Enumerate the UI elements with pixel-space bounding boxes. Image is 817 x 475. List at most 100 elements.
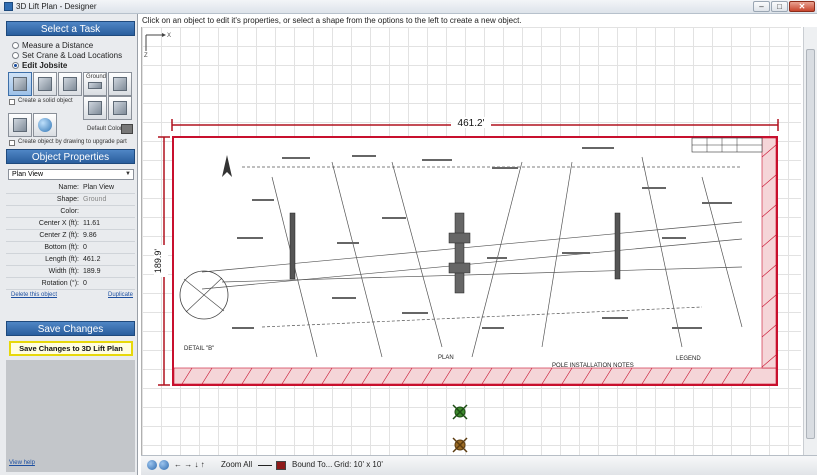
select-task-header: Select a Task: [6, 21, 135, 36]
sphere-shape-button[interactable]: [33, 113, 57, 137]
create-cutout-label: Create object by drawing to upgrade part: [18, 139, 127, 145]
default-color-label: Default Color: [87, 126, 123, 132]
bound-to-button[interactable]: Bound To...: [292, 460, 332, 469]
pan-arrows[interactable]: ← → ↓ ↑: [174, 460, 205, 469]
property-label: Color:: [60, 208, 79, 215]
zoom-in-icon[interactable]: [159, 460, 169, 470]
block-icon: [63, 77, 77, 91]
property-value[interactable]: 461.2: [83, 256, 101, 263]
stacked-box-shape-button[interactable]: [33, 72, 57, 96]
axis-indicator-icon: [145, 33, 166, 51]
radio-selected-icon: [12, 61, 19, 69]
bound-color-swatch[interactable]: [276, 461, 286, 470]
property-label: Shape:: [56, 196, 79, 203]
property-label: Bottom (ft):: [44, 244, 79, 251]
property-label: Rotation (°):: [41, 280, 79, 287]
task-edit-jobsite[interactable]: Edit Jobsite: [12, 60, 67, 70]
property-label: Width (ft):: [48, 268, 79, 275]
box-shape-button[interactable]: [8, 72, 32, 96]
stacked-box-icon: [38, 77, 52, 91]
height-dimension-label: 189.9': [153, 249, 163, 274]
app-icon: [4, 2, 13, 11]
task-measure-distance[interactable]: Measure a Distance: [12, 40, 93, 50]
ground-icon: [88, 82, 102, 89]
task-label: Edit Jobsite: [22, 60, 68, 70]
radio-icon: [12, 51, 19, 59]
detail-b-label: DETAIL "B": [184, 346, 214, 352]
grid-size-label: Grid: 10' x 10': [334, 460, 383, 469]
load-marker-icon[interactable]: [452, 437, 468, 453]
plan-view-ground[interactable]: [172, 136, 778, 386]
save-to-lift-plan-button[interactable]: Save Changes to 3D Lift Plan: [9, 341, 133, 356]
title-bar: 3D Lift Plan - Designer – □ ✕: [0, 0, 817, 14]
cylinder-shape-button[interactable]: [8, 113, 32, 137]
block-shape-button[interactable]: [58, 72, 82, 96]
plan-label: PLAN: [438, 355, 454, 361]
minimize-button[interactable]: –: [753, 1, 770, 12]
delete-object-link[interactable]: Delete this object: [11, 292, 57, 298]
property-row-width: Width (ft): 189.9: [6, 266, 135, 278]
view-select[interactable]: Plan View ▼: [8, 169, 134, 180]
property-label: Name:: [58, 184, 79, 191]
ground-label: Ground: [86, 74, 107, 80]
property-value[interactable]: Plan View: [83, 184, 114, 191]
building-shape-button[interactable]: [108, 72, 132, 96]
axis-x-label: X: [167, 33, 171, 39]
building-icon: [113, 77, 127, 91]
window-title: 3D Lift Plan - Designer: [16, 2, 97, 11]
create-cutout-checkbox[interactable]: [9, 140, 15, 146]
wall-icon: [88, 101, 102, 115]
task-set-crane-load[interactable]: Set Crane & Load Locations: [12, 50, 122, 60]
pole-installation-notes-label: POLE INSTALLATION NOTES: [552, 363, 634, 369]
left-panel: Select a Task Measure a Distance Set Cra…: [0, 14, 138, 475]
box-icon: [13, 77, 27, 91]
property-label: Center X (ft):: [38, 220, 79, 227]
property-value[interactable]: 189.9: [83, 268, 101, 275]
line-style-sample[interactable]: [258, 465, 272, 466]
maximize-button[interactable]: □: [771, 1, 788, 12]
property-row-length: Length (ft): 461.2: [6, 254, 135, 266]
site-plan-drawing: X Z 461.2' 189.9' DETAIL "B" PLAN POLE I…: [144, 33, 779, 453]
view-select-value: Plan View: [12, 171, 44, 178]
width-dimension-label: 461.2': [458, 118, 485, 129]
chevron-down-icon: ▼: [125, 171, 131, 177]
property-value[interactable]: 9.86: [83, 232, 97, 239]
cylinder-icon: [13, 118, 27, 132]
property-row-shape: Shape: Ground: [6, 194, 135, 206]
canvas-instruction: Click on an object to edit it's properti…: [142, 16, 522, 25]
close-button[interactable]: ✕: [789, 1, 815, 12]
save-changes-header: Save Changes: [6, 321, 135, 336]
legend-label: LEGEND: [676, 356, 701, 362]
create-solid-checkbox[interactable]: [9, 99, 15, 105]
ground-shape-button[interactable]: Ground: [83, 72, 107, 96]
duplicate-link[interactable]: Duplicate: [108, 292, 133, 298]
property-value[interactable]: 11.61: [83, 220, 100, 227]
vertical-scrollbar[interactable]: [803, 27, 817, 455]
view-help-link[interactable]: View help: [9, 460, 35, 466]
property-row-center-z: Center Z (ft): 9.86: [6, 230, 135, 242]
bottom-toolbar: ← → ↓ ↑ Zoom All Bound To... Grid: 10' x…: [141, 455, 817, 475]
tank-icon: [113, 101, 127, 115]
property-row-color: Color:: [6, 206, 135, 218]
object-properties-header: Object Properties: [6, 149, 135, 164]
sphere-icon: [38, 118, 52, 132]
scrollbar-thumb[interactable]: [806, 49, 815, 439]
axis-z-label: Z: [144, 53, 148, 59]
property-label: Center Z (ft):: [39, 232, 79, 239]
property-value[interactable]: 0: [83, 244, 87, 251]
design-canvas[interactable]: X Z 461.2' 189.9' DETAIL "B" PLAN POLE I…: [141, 27, 801, 455]
property-label: Length (ft):: [45, 256, 79, 263]
wall-shape-button[interactable]: [83, 96, 107, 120]
tank-shape-button[interactable]: [108, 96, 132, 120]
zoom-all-button[interactable]: Zoom All: [221, 460, 252, 469]
property-row-center-x: Center X (ft): 11.61: [6, 218, 135, 230]
crane-marker-icon[interactable]: [452, 404, 468, 420]
default-color-swatch[interactable]: [121, 124, 133, 134]
task-label: Set Crane & Load Locations: [22, 50, 123, 60]
property-value[interactable]: 0: [83, 280, 87, 287]
property-row-name: Name: Plan View: [6, 182, 135, 194]
radio-icon: [12, 41, 19, 49]
task-label: Measure a Distance: [22, 40, 94, 50]
zoom-out-icon[interactable]: [147, 460, 157, 470]
property-row-bottom: Bottom (ft): 0: [6, 242, 135, 254]
